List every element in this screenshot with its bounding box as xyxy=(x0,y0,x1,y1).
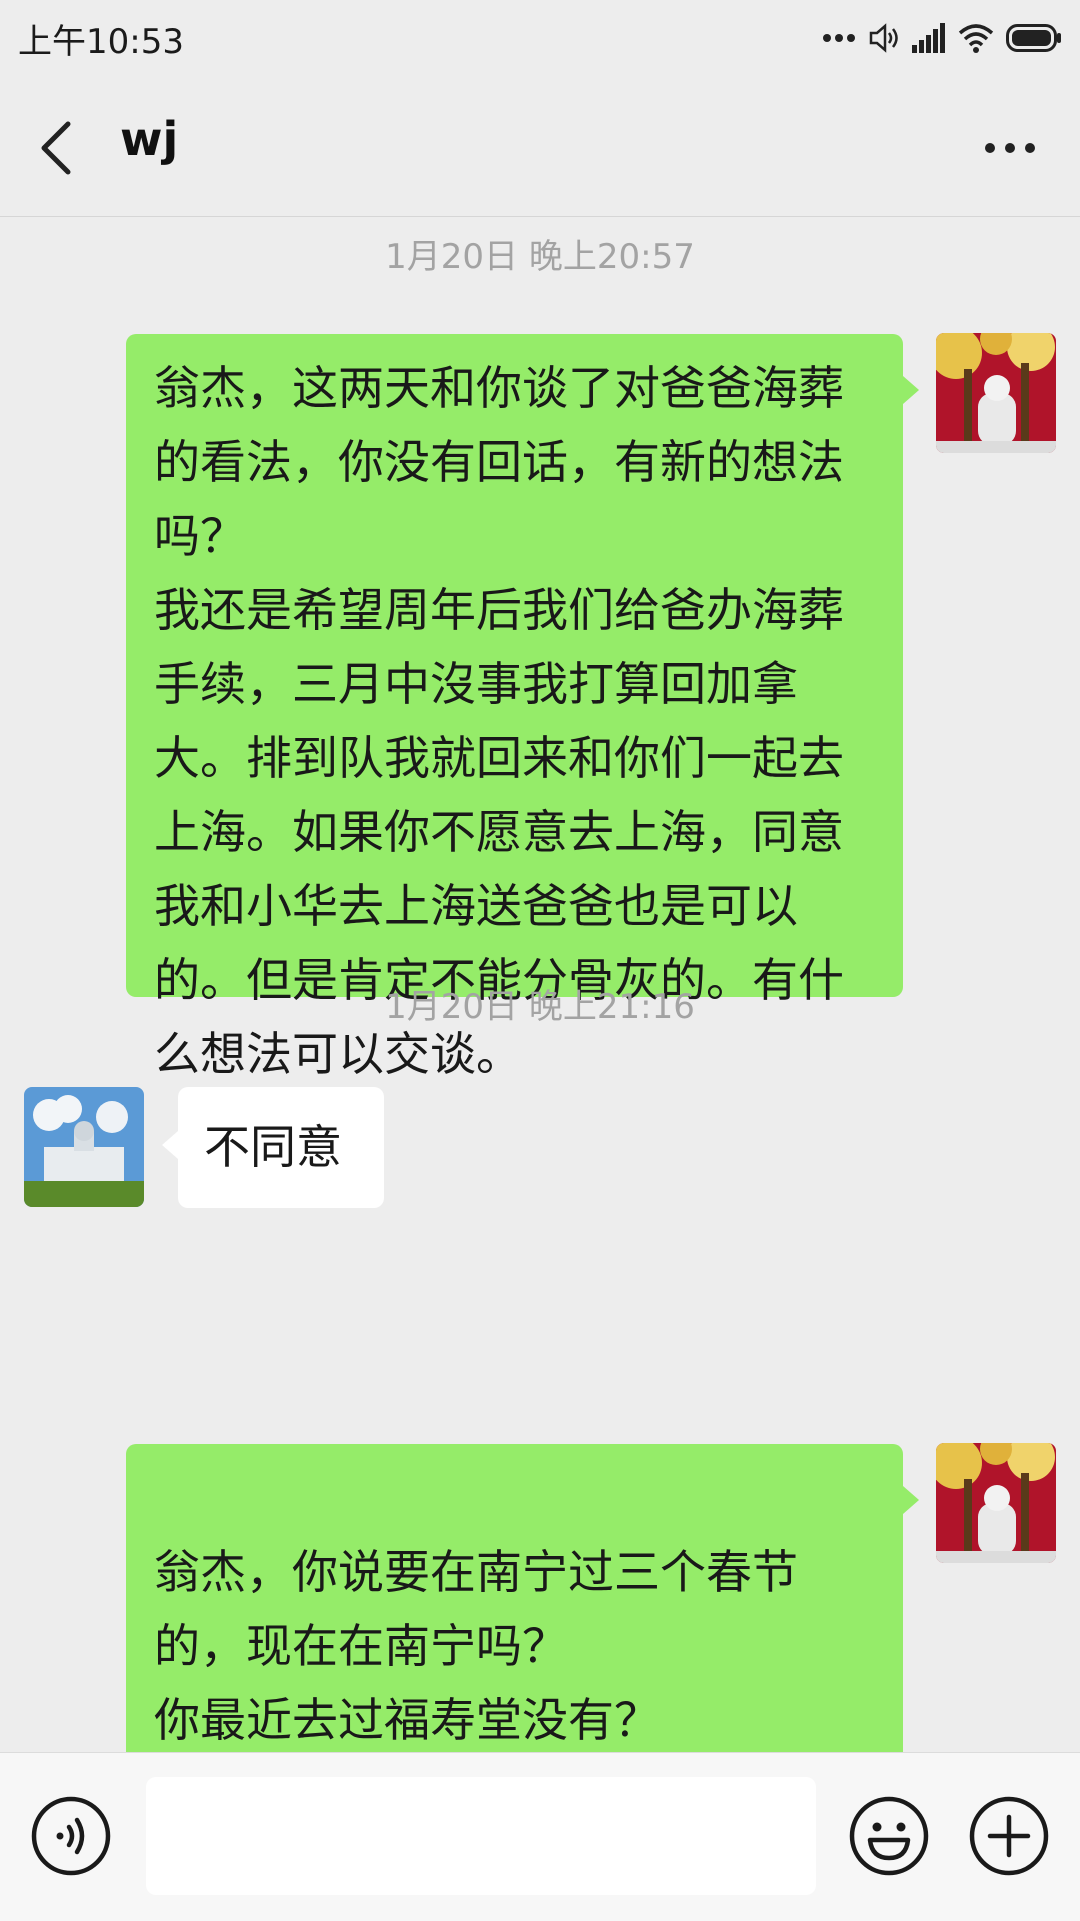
timestamp-label: 1月20日 晚上20:57 xyxy=(385,237,695,277)
voice-input-icon[interactable] xyxy=(30,1795,112,1877)
bubble-tail xyxy=(162,1131,178,1159)
chat-header: wj xyxy=(0,76,1080,217)
contact-avatar[interactable] xyxy=(24,1087,144,1207)
status-time: 上午10:53 xyxy=(18,22,184,62)
message-list[interactable]: 1月20日 晚上20:57 翁杰，这两天和你谈了对爸爸海葬的看法，你没有回话，有… xyxy=(0,217,1080,1752)
my-avatar[interactable] xyxy=(936,333,1056,453)
input-bar xyxy=(0,1752,1080,1921)
status-bar: 上午10:53 xyxy=(0,0,1080,76)
battery-icon xyxy=(1006,24,1061,52)
emoji-icon[interactable] xyxy=(848,1795,930,1877)
more-dots-icon xyxy=(823,34,855,42)
my-avatar[interactable] xyxy=(936,1443,1056,1563)
plus-icon[interactable] xyxy=(968,1795,1050,1877)
bubble-tail xyxy=(903,376,919,404)
signal-icon xyxy=(912,23,945,53)
wifi-icon xyxy=(958,24,994,53)
bubble-tail xyxy=(903,1486,919,1514)
outgoing-message-bubble[interactable]: 翁杰，你说要在南宁过三个春节的，现在在南宁吗？ 你最近去过福寿堂没有？ xyxy=(126,1444,903,1752)
more-options-icon[interactable] xyxy=(980,128,1040,168)
volume-icon xyxy=(869,23,898,53)
back-chevron-icon[interactable] xyxy=(34,118,78,178)
status-icons xyxy=(822,18,1062,58)
message-input[interactable] xyxy=(146,1777,816,1895)
outgoing-message-bubble[interactable]: 翁杰，这两天和你谈了对爸爸海葬的看法，你没有回话，有新的想法吗？ 我还是希望周年… xyxy=(126,334,903,1081)
chat-title: wj xyxy=(120,112,179,166)
incoming-message-bubble[interactable]: 不同意 xyxy=(178,1087,384,1208)
timestamp-label: 1月20日 晚上21:16 xyxy=(385,987,695,1027)
